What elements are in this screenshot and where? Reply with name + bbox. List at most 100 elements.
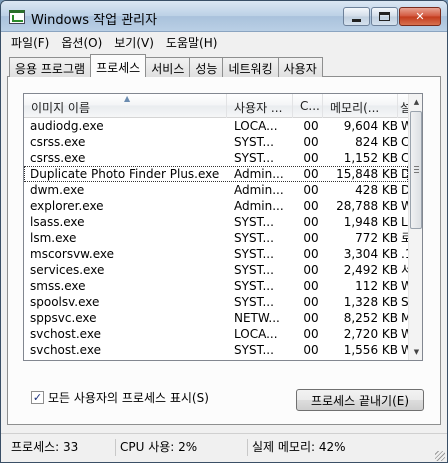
- process-name: lsass.exe: [30, 215, 85, 229]
- minimize-button[interactable]: [343, 7, 370, 26]
- process-user: NETW...: [234, 311, 280, 325]
- process-memory: 15,848 KB: [336, 167, 398, 181]
- process-name: lsm.exe: [30, 231, 77, 245]
- window-title: Windows 작업 관리자: [31, 13, 158, 28]
- table-row[interactable]: services.exe SYST... 00 2,492 KB 서: [24, 262, 411, 278]
- process-memory: 1,152 KB: [343, 151, 398, 165]
- process-memory: 3,504 KB: [326, 358, 398, 360]
- table-row[interactable]: smss.exeSYST...00112 KBW: [24, 278, 411, 294]
- process-cpu: 00: [303, 279, 319, 293]
- menu-file[interactable]: 파일(F): [5, 34, 55, 51]
- process-name: explorer.exe: [30, 199, 104, 213]
- process-name: Duplicate Photo Finder Plus.exe: [30, 167, 220, 181]
- process-name: services.exe: [30, 263, 105, 277]
- scrollbar-grip-icon: [414, 166, 419, 173]
- column-header-cpu[interactable]: C...: [293, 94, 323, 118]
- column-header-image-name[interactable]: ▲ 이미지 이름: [24, 94, 227, 118]
- show-all-users-option[interactable]: ✓ 모든 사용자의 프로세스 표시(S): [31, 389, 209, 406]
- process-cpu: 00: [303, 263, 319, 277]
- process-cpu: 00: [303, 151, 319, 165]
- table-row[interactable]: mscorsvw.exeSYST...003,304 KB.1: [24, 246, 411, 262]
- process-cpu: 00: [303, 295, 319, 309]
- process-memory: 1,556 KB: [343, 343, 398, 357]
- process-memory: 8,252 KB: [343, 311, 398, 325]
- end-process-button[interactable]: 프로세스 끝내기(E): [296, 389, 424, 411]
- title-bar[interactable]: Windows 작업 관리자 ✕: [1, 1, 447, 32]
- menu-view[interactable]: 보기(V): [108, 34, 160, 51]
- process-cpu: 00: [303, 167, 319, 181]
- process-cpu: 00: [303, 215, 319, 229]
- process-list[interactable]: ▲ 이미지 이름 사용자 ... C... 메모리(... 설 audiodg.…: [23, 93, 423, 361]
- menu-help[interactable]: 도움말(H): [160, 34, 224, 51]
- tab-networking[interactable]: 네트워킹: [222, 57, 279, 77]
- process-user: Admin...: [234, 183, 284, 197]
- column-header-memory[interactable]: 메모리(...: [323, 94, 398, 118]
- vertical-scrollbar[interactable]: ▲ ▼: [408, 94, 422, 360]
- process-memory: 112 KB: [355, 279, 398, 293]
- process-user: Admin...: [234, 199, 284, 213]
- table-row[interactable]: dwm.exe Admin... 00 428 KB D: [24, 182, 410, 198]
- column-header-user[interactable]: 사용자 ...: [227, 94, 293, 118]
- process-name: mscorsvw.exe: [30, 247, 114, 261]
- table-row[interactable]: svchost.exeLOCA...002,720 KBW: [24, 326, 411, 342]
- table-row[interactable]: sppsvc.exe NETW... 00 8,252 KB M: [24, 310, 411, 326]
- tab-processes[interactable]: 프로세스: [90, 54, 147, 77]
- process-user: LOCA...: [234, 119, 278, 133]
- close-button[interactable]: ✕: [399, 7, 441, 26]
- process-user: SYST...: [234, 215, 274, 229]
- minimize-icon: [352, 19, 361, 22]
- process-user: SYST...: [234, 279, 274, 293]
- process-user: Admin...: [234, 167, 284, 181]
- resize-grip-icon[interactable]: [435, 451, 445, 461]
- show-all-users-checkbox[interactable]: ✓: [31, 391, 44, 404]
- table-row[interactable]: csrss.exe SYST... 00 1,152 KB C: [24, 150, 409, 166]
- task-manager-icon: [9, 10, 25, 24]
- table-row[interactable]: lsm.exe SYST... 00 772 KB 로: [24, 230, 411, 246]
- process-memory: 428 KB: [355, 183, 398, 197]
- tab-strip: 응용 프로그램 프로세스 서비스 성능 네트워킹 사용자: [9, 54, 323, 77]
- tab-services[interactable]: 서비스: [145, 57, 191, 77]
- process-cpu: 00: [303, 231, 319, 245]
- column-header-image-name-label: 이미지 이름: [31, 101, 91, 115]
- scroll-up-arrow-icon[interactable]: ▲: [409, 94, 422, 110]
- menu-bar: 파일(F) 옵션(O) 보기(V) 도움말(H): [1, 32, 447, 53]
- process-memory: 1,328 KB: [343, 295, 398, 309]
- process-user: SYST...: [234, 135, 274, 149]
- tab-performance[interactable]: 성능: [189, 57, 224, 77]
- process-user: SYST...: [234, 343, 274, 357]
- process-name: csrss.exe: [30, 151, 86, 165]
- process-cpu: 00: [300, 358, 322, 360]
- process-user: SYST...: [234, 247, 274, 261]
- process-cpu: 00: [303, 311, 319, 325]
- table-row[interactable]: csrss.exe SYST... 00 824 KB C: [24, 134, 409, 150]
- tab-applications[interactable]: 응용 프로그램: [9, 57, 92, 77]
- process-memory: 2,720 KB: [343, 327, 398, 341]
- scroll-down-arrow-icon[interactable]: ▼: [409, 344, 422, 360]
- table-row[interactable]: Duplicate Photo Finder Plus.exe Admin... 0…: [24, 166, 410, 182]
- process-cpu: 00: [303, 247, 319, 261]
- process-cpu: 00: [303, 135, 319, 149]
- maximize-button[interactable]: [371, 7, 398, 26]
- scrollbar-thumb[interactable]: [410, 111, 422, 229]
- process-user: NETW...: [234, 358, 292, 360]
- process-name: smss.exe: [30, 279, 86, 293]
- process-user: SYST...: [234, 263, 274, 277]
- table-row[interactable]: svchost.exeSYST...001,556 KBW: [24, 342, 411, 358]
- show-all-users-label: 모든 사용자의 프로세스 표시(S): [48, 391, 209, 405]
- table-row[interactable]: lsass.exe SYST... 00 1,948 KB L: [24, 214, 408, 230]
- process-name: audiodg.exe: [30, 119, 104, 133]
- table-row[interactable]: svchost.exeNETW...003,504 KBW: [24, 358, 411, 360]
- table-row[interactable]: spoolsv.exe SYST... 00 1,328 KB S: [24, 294, 409, 310]
- table-row[interactable]: explorer.exeAdmin...0028,788 KBW: [24, 198, 411, 214]
- process-cpu: 00: [303, 327, 319, 341]
- menu-options[interactable]: 옵션(O): [55, 34, 108, 51]
- list-body: audiodg.exeLOCA...009,604 KBWcsrss.exeSY…: [24, 118, 411, 360]
- process-user: SYST...: [234, 231, 274, 245]
- process-user: SYST...: [234, 151, 274, 165]
- process-name: svchost.exe: [30, 327, 101, 341]
- table-row[interactable]: audiodg.exeLOCA...009,604 KBW: [24, 118, 411, 134]
- process-name: sppsvc.exe: [30, 311, 97, 325]
- process-name: dwm.exe: [30, 183, 85, 197]
- status-process-count: 프로세스: 33: [11, 440, 79, 454]
- tab-users[interactable]: 사용자: [277, 57, 323, 77]
